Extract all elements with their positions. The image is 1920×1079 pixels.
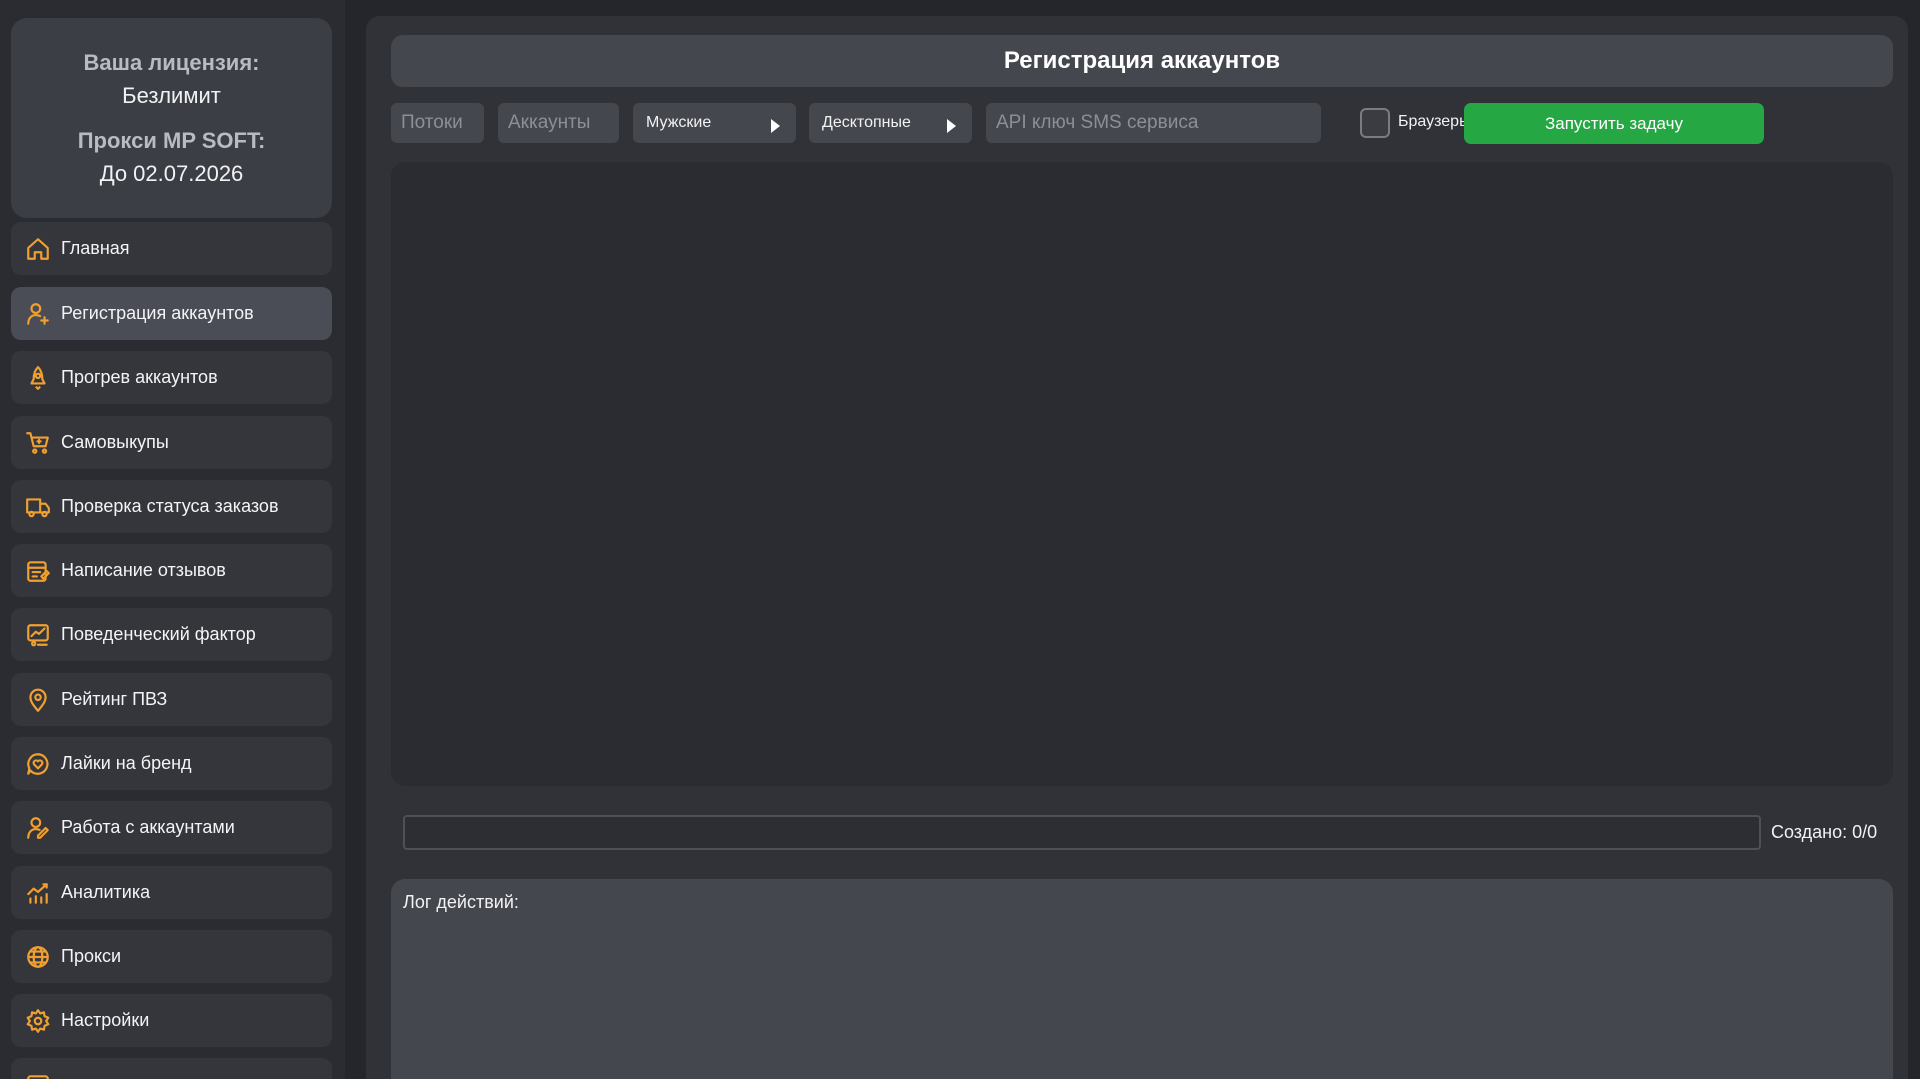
device-select-value: Десктопные [822, 114, 911, 131]
sidebar-item-label: Регистрация аккаунтов [61, 303, 254, 323]
sidebar-item-label: Настройки [61, 1010, 150, 1030]
chevron-right-icon [947, 119, 956, 133]
sidebar-item-proxy[interactable]: Прокси [11, 930, 332, 983]
sidebar-item-label: Лайки на бренд [61, 753, 192, 773]
sidebar-item-label: Аналитика [61, 882, 151, 902]
truck-icon [25, 494, 51, 520]
run-task-button[interactable]: Запустить задачу [1464, 103, 1764, 144]
sidebar-item-label: Прогрев аккаунтов [61, 367, 218, 387]
sidebar-item-label: Работа с аккаунтами [61, 817, 235, 837]
sidebar-item-label: Поведенческий фактор [61, 624, 256, 644]
proxy-expiry: До 02.07.2026 [99, 161, 244, 186]
toolbar: Мужские Десктопные Браузеры Запустить за… [391, 103, 1893, 145]
action-log: Лог действий: [391, 879, 1893, 1079]
sidebar-item-behavior[interactable]: Поведенческий фактор [11, 608, 332, 661]
sidebar-item-accounts-work[interactable]: Работа с аккаунтами [11, 801, 332, 854]
behavior-chart-icon [25, 622, 51, 648]
rocket-icon [25, 365, 51, 391]
proxy-label: Прокси MP SOFT: [77, 128, 266, 153]
user-edit-icon [25, 815, 51, 841]
sidebar-item-label: Проверка статуса заказов [61, 496, 279, 516]
work-area [391, 162, 1893, 786]
home-icon [25, 236, 51, 262]
sidebar-item-home[interactable]: Главная [11, 222, 332, 275]
sidebar-item-analytics[interactable]: Аналитика [11, 866, 332, 919]
globe-icon [25, 944, 51, 970]
browsers-label: Браузеры [1398, 113, 1471, 130]
sidebar-item-pvz-rating[interactable]: Рейтинг ПВЗ [11, 673, 332, 726]
user-plus-icon [25, 301, 51, 327]
sidebar-item-label: Рейтинг ПВЗ [61, 689, 168, 709]
log-label: Лог действий: [403, 892, 519, 912]
sidebar-item-label: Самовыкупы [61, 432, 169, 452]
created-counter: Создано: 0/0 [1771, 822, 1878, 842]
sidebar-item-more[interactable] [11, 1058, 332, 1079]
sidebar-item-label: Прокси [61, 946, 122, 966]
license-card: Ваша лицензия: Безлимит Прокси MP SOFT: … [11, 18, 332, 218]
sidebar-item-warmup[interactable]: Прогрев аккаунтов [11, 351, 332, 404]
sidebar-item-order-status[interactable]: Проверка статуса заказов [11, 480, 332, 533]
api-key-input[interactable] [986, 103, 1321, 143]
page-title: Регистрация аккаунтов [391, 35, 1893, 87]
gender-select[interactable]: Мужские [633, 103, 796, 143]
threads-input[interactable] [391, 103, 484, 143]
accounts-input[interactable] [498, 103, 619, 143]
review-icon [25, 558, 51, 584]
gear-icon [25, 1008, 51, 1034]
progress-bar [403, 815, 1761, 850]
cart-icon [25, 430, 51, 456]
map-pin-icon [25, 687, 51, 713]
device-select[interactable]: Десктопные [809, 103, 972, 143]
sidebar-item-label: Написание отзывов [61, 560, 226, 580]
sidebar-item-reviews[interactable]: Написание отзывов [11, 544, 332, 597]
sidebar-item-label: Главная [61, 238, 130, 258]
license-label: Ваша лицензия: [83, 50, 260, 75]
sidebar-item-brand-likes[interactable]: Лайки на бренд [11, 737, 332, 790]
sidebar-item-settings[interactable]: Настройки [11, 994, 332, 1047]
gender-select-value: Мужские [646, 114, 712, 131]
sidebar-item-self-purchases[interactable]: Самовыкупы [11, 416, 332, 469]
analytics-icon [25, 880, 51, 906]
sidebar-item-registration[interactable]: Регистрация аккаунтов [11, 287, 332, 340]
heart-bubble-icon [25, 751, 51, 777]
license-value: Безлимит [122, 83, 221, 108]
document-icon [25, 1072, 51, 1079]
sidebar: Ваша лицензия: Безлимит Прокси MP SOFT: … [0, 0, 345, 1079]
browsers-checkbox[interactable] [1360, 108, 1390, 138]
chevron-right-icon [771, 119, 780, 133]
main-panel: Регистрация аккаунтов Мужские Десктопные… [366, 16, 1908, 1079]
